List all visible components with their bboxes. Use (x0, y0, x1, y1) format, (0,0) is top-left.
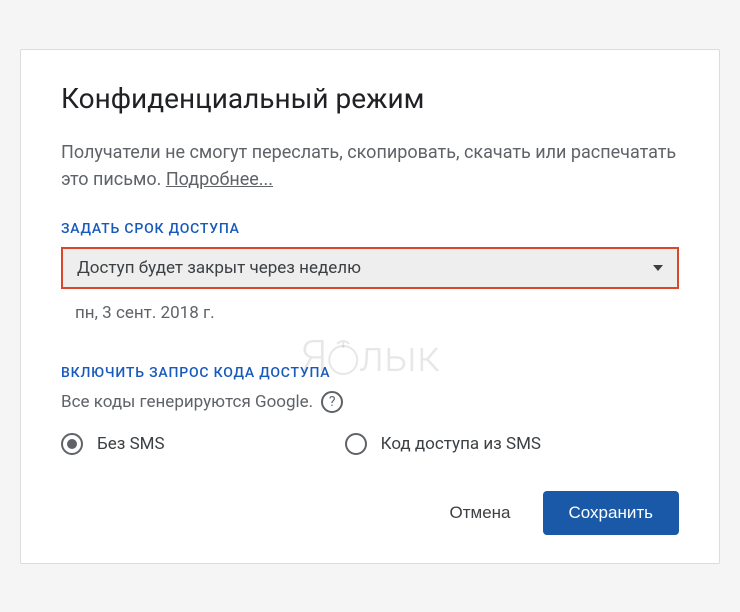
cancel-button[interactable]: Отмена (442, 493, 519, 533)
passcode-description-row: Все коды генерируются Google. ? (61, 391, 679, 413)
expiration-dropdown[interactable]: Доступ будет закрыт через неделю (61, 247, 679, 289)
save-button[interactable]: Сохранить (543, 491, 679, 535)
passcode-radio-group: Без SMS Код доступа из SMS (61, 433, 679, 455)
description-text: Получатели не смогут переслать, скопиров… (61, 142, 676, 190)
expiration-section-label: ЗАДАТЬ СРОК ДОСТУПА (61, 221, 679, 237)
passcode-section-label: ВКЛЮЧИТЬ ЗАПРОС КОДА ДОСТУПА (61, 365, 679, 381)
radio-label-sms: Код доступа из SMS (381, 434, 541, 454)
dialog-title: Конфиденциальный режим (61, 82, 679, 115)
radio-option-sms[interactable]: Код доступа из SMS (345, 433, 541, 455)
help-icon[interactable]: ? (321, 391, 343, 413)
confidential-mode-dialog: Конфиденциальный режим Получатели не смо… (20, 49, 720, 564)
dialog-actions: Отмена Сохранить (61, 491, 679, 535)
passcode-description-text: Все коды генерируются Google. (61, 392, 313, 412)
learn-more-link[interactable]: Подробнее... (166, 169, 273, 190)
expiration-date-text: пн, 3 сент. 2018 г. (61, 303, 679, 323)
radio-icon (345, 433, 367, 455)
expiration-selected-value: Доступ будет закрыт через неделю (77, 258, 361, 278)
dialog-description: Получатели не смогут переслать, скопиров… (61, 139, 679, 193)
radio-option-no-sms[interactable]: Без SMS (61, 433, 165, 455)
radio-icon (61, 433, 83, 455)
radio-label-no-sms: Без SMS (97, 434, 165, 454)
chevron-down-icon (653, 265, 663, 271)
